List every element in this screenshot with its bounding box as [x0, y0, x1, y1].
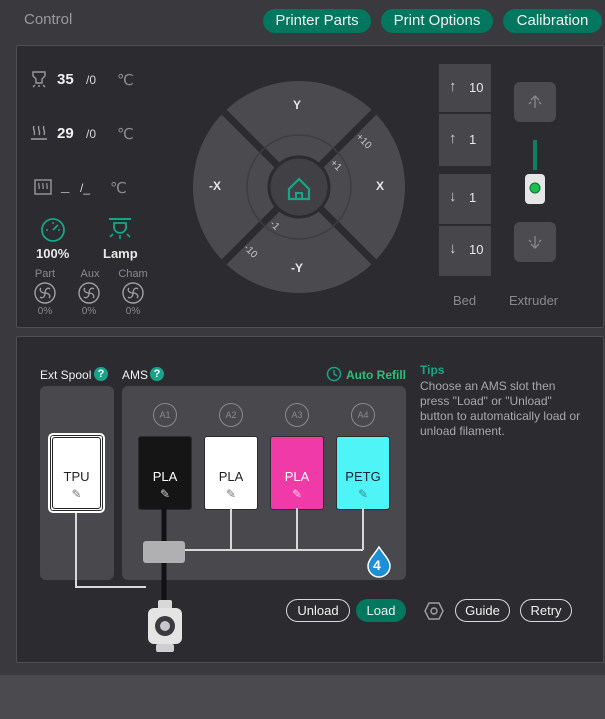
unload-button[interactable]: Unload: [286, 599, 350, 622]
load-button[interactable]: Load: [356, 599, 406, 622]
ams-count-badge: 4: [373, 557, 381, 573]
toolhead-icon: [148, 600, 182, 652]
retry-button[interactable]: Retry: [520, 599, 572, 622]
guide-button[interactable]: Guide: [455, 599, 510, 622]
bottom-strip: [0, 675, 605, 719]
nozzle-settings-icon[interactable]: [423, 600, 445, 622]
